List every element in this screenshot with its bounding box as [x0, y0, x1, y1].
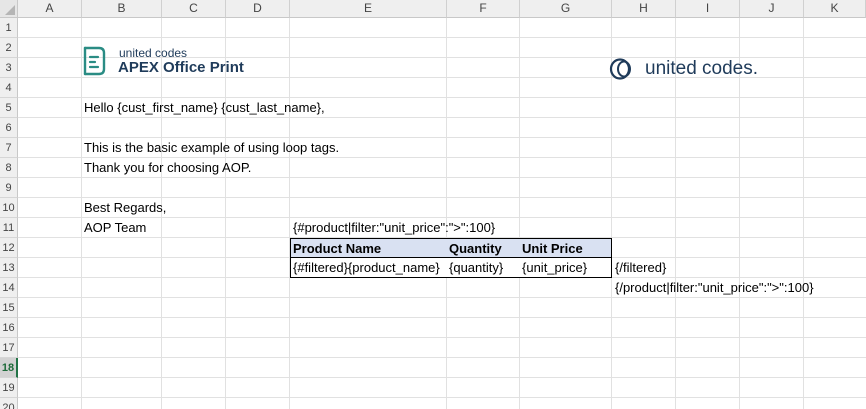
column-header-i[interactable]: I	[676, 0, 740, 18]
gridline-horizontal	[18, 357, 866, 358]
gridline-horizontal	[18, 397, 866, 398]
row-header-11[interactable]: 11	[0, 218, 18, 238]
row-header-5[interactable]: 5	[0, 98, 18, 118]
row-header-17[interactable]: 17	[0, 338, 18, 358]
row-header-9[interactable]: 9	[0, 178, 18, 198]
column-header-k[interactable]: K	[804, 0, 866, 18]
cell-b5[interactable]: Hello {cust_first_name} {cust_last_name}…	[84, 98, 325, 118]
row-header-14[interactable]: 14	[0, 278, 18, 298]
spreadsheet[interactable]: ABCDEFGHIJK 1 2 3 4 5 6 7 8 9 10 11 12 13 14 15 16 17 18 1…	[0, 0, 866, 409]
column-header-j[interactable]: J	[740, 0, 804, 18]
column-header-d[interactable]: D	[226, 0, 290, 18]
gridline-horizontal	[18, 37, 866, 38]
gridline-horizontal	[18, 337, 866, 338]
column-header-a[interactable]: A	[18, 0, 82, 18]
row-header-7[interactable]: 7	[0, 138, 18, 158]
row-header-10[interactable]: 10	[0, 198, 18, 218]
row-header-16[interactable]: 16	[0, 318, 18, 338]
table-header-quantity[interactable]: Quantity	[447, 238, 521, 258]
table-header-product-name[interactable]: Product Name	[290, 238, 448, 258]
row-header-18[interactable]: 18	[0, 358, 18, 378]
cell-h13-filtered-close[interactable]: {/filtered}	[615, 258, 666, 278]
cell-e11-loop-open[interactable]: {#product|filter:"unit_price":">":100}	[293, 218, 495, 238]
row-header-4[interactable]: 4	[0, 78, 18, 98]
row-header-15[interactable]: 15	[0, 298, 18, 318]
gridline-horizontal	[18, 377, 866, 378]
cell-b8[interactable]: Thank you for choosing AOP.	[84, 158, 251, 178]
row-header-2[interactable]: 2	[0, 38, 18, 58]
select-all-corner[interactable]	[0, 0, 18, 18]
row-header-6[interactable]: 6	[0, 118, 18, 138]
cell-b7[interactable]: This is the basic example of using loop …	[84, 138, 339, 158]
row-header-19[interactable]: 19	[0, 378, 18, 398]
column-header-f[interactable]: F	[447, 0, 520, 18]
aop-logo-small-text: united codes	[119, 46, 188, 60]
column-header-c[interactable]: C	[162, 0, 226, 18]
united-codes-rings-icon	[609, 58, 631, 80]
table-header-unit-price[interactable]: Unit Price	[520, 238, 612, 258]
row-header-8[interactable]: 8	[0, 158, 18, 178]
table-cell-unit-price[interactable]: {unit_price}	[520, 258, 612, 278]
cell-b11[interactable]: AOP Team	[84, 218, 146, 238]
table-cell-product-name[interactable]: {#filtered}{product_name}	[290, 258, 448, 278]
column-header-h[interactable]: H	[612, 0, 676, 18]
row-header-3[interactable]: 3	[0, 58, 18, 78]
cell-h14-loop-close[interactable]: {/product|filter:"unit_price":">":100}	[615, 278, 814, 298]
row-header-20[interactable]: 20	[0, 398, 18, 409]
row-header-13[interactable]: 13	[0, 258, 18, 278]
column-header-e[interactable]: E	[290, 0, 447, 18]
united-codes-logo-text: united codes.	[645, 58, 759, 79]
row-header-12[interactable]: 12	[0, 238, 18, 258]
column-header-g[interactable]: G	[520, 0, 612, 18]
gridline-horizontal	[18, 317, 866, 318]
column-header-b[interactable]: B	[82, 0, 162, 18]
row-header-1[interactable]: 1	[0, 18, 18, 38]
aop-logo-title: APEX Office Print	[118, 59, 244, 76]
aop-document-icon	[83, 46, 106, 76]
cell-b10[interactable]: Best Regards,	[84, 198, 166, 218]
table-cell-quantity[interactable]: {quantity}	[447, 258, 521, 278]
